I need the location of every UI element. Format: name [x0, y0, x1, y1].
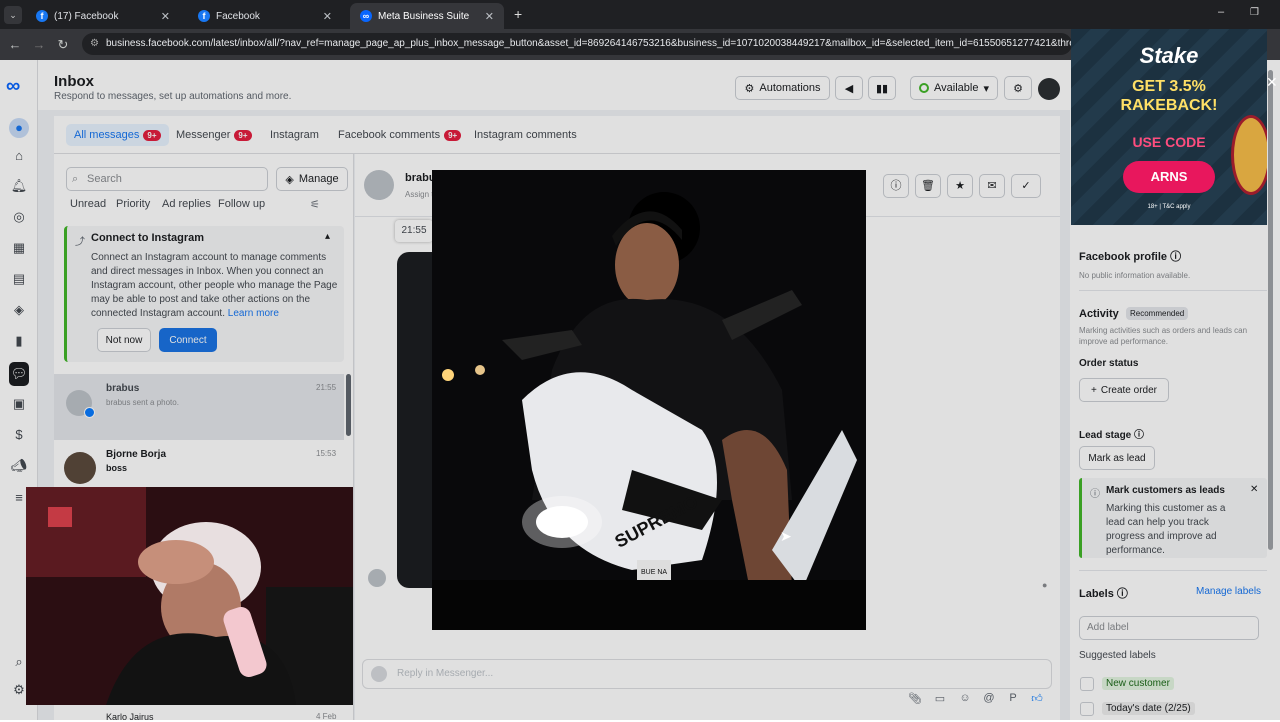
close-viewer-icon[interactable]: ✕: [1266, 74, 1278, 91]
reload-icon[interactable]: ↻: [53, 35, 73, 55]
ad-code-button[interactable]: ARNS: [1123, 161, 1215, 193]
forward-icon[interactable]: →: [29, 35, 49, 55]
scooter-photo-image: SUPREMO BUE NA: [432, 170, 866, 630]
close-tab-icon[interactable]: ✕: [485, 10, 494, 23]
close-tab-icon[interactable]: ✕: [161, 10, 170, 23]
facebook-icon: f: [36, 10, 48, 22]
url-text: business.facebook.com/latest/inbox/all/?…: [106, 38, 1072, 49]
ad-headline: GET 3.5% RAKEBACK!: [1120, 78, 1218, 114]
back-icon[interactable]: ←: [5, 35, 25, 55]
tab-search-button[interactable]: ⌄: [4, 6, 22, 24]
enlarged-photo: SUPREMO BUE NA: [432, 170, 866, 630]
site-settings-icon[interactable]: ⚙: [90, 33, 99, 55]
browser-tab-bar: ⌄ f (17) Facebook ✕ f Facebook ✕ ∞ Meta …: [0, 0, 1280, 29]
webcam-overlay: [26, 487, 353, 705]
facebook-icon: f: [198, 10, 210, 22]
meta-icon: ∞: [360, 10, 372, 22]
browser-tab-3[interactable]: ∞ Meta Business Suite ✕: [350, 3, 504, 29]
license-plate-text: BUE NA: [641, 569, 667, 576]
advertisement-banner[interactable]: Stake GET 3.5% RAKEBACK! USE CODE ARNS 1…: [1071, 29, 1267, 225]
new-tab-icon[interactable]: +: [514, 6, 522, 22]
tab-title: (17) Facebook: [54, 10, 119, 22]
restore-icon[interactable]: ❐: [1250, 7, 1259, 18]
tab-title: Meta Business Suite: [378, 10, 470, 22]
mouse-cursor-icon: ➤: [780, 528, 792, 544]
close-tab-icon[interactable]: ✕: [323, 10, 332, 23]
roulette-wheel-icon: [1231, 115, 1267, 195]
ad-brand-logo: Stake: [1139, 43, 1199, 68]
browser-tab-1[interactable]: f (17) Facebook ✕: [26, 3, 180, 29]
ad-terms: 18+ | T&C apply: [1147, 204, 1191, 210]
tab-title: Facebook: [216, 10, 260, 22]
browser-tab-2[interactable]: f Facebook ✕: [188, 3, 342, 29]
webcam-image: [26, 487, 353, 705]
address-bar[interactable]: ⚙ business.facebook.com/latest/inbox/all…: [82, 33, 1072, 55]
minimize-icon[interactable]: –: [1218, 6, 1224, 18]
